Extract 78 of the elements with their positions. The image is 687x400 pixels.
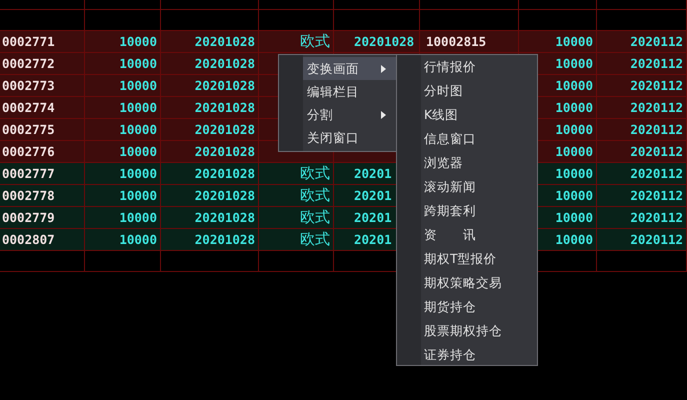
table-cell: 10000 bbox=[119, 34, 157, 49]
menu-item[interactable]: 期权策略交易 bbox=[421, 271, 537, 295]
menu-item[interactable]: 股票期权持仓 bbox=[421, 319, 537, 343]
table-cell: 20201028 bbox=[194, 144, 255, 159]
table-cell: 0002775 bbox=[2, 122, 55, 137]
table-cell: 10000 bbox=[555, 166, 593, 181]
menu-item[interactable]: 关闭窗口 bbox=[303, 126, 396, 149]
table-cell: 20201028 bbox=[194, 78, 255, 93]
table-cell: 2020112 bbox=[630, 188, 683, 203]
table-cell: 0002772 bbox=[2, 56, 55, 71]
table-cell: 2020112 bbox=[630, 122, 683, 137]
table-cell: 10000 bbox=[555, 188, 593, 203]
table-cell: 10000 bbox=[119, 166, 157, 181]
table-cell: 10000 bbox=[119, 100, 157, 115]
menu-item[interactable]: 期权T型报价 bbox=[421, 247, 537, 271]
table-cell: 10000 bbox=[555, 56, 593, 71]
table-cell: 10000 bbox=[119, 188, 157, 203]
table-cell: 2020112 bbox=[630, 210, 683, 225]
table-cell: 20201028 bbox=[194, 122, 255, 137]
table-cell: 10000 bbox=[119, 56, 157, 71]
table-cell: 0002773 bbox=[2, 78, 55, 93]
table-cell: 20201028 bbox=[194, 232, 255, 247]
menu-item[interactable]: 行情报价 bbox=[421, 55, 537, 79]
table-cell: 2020112 bbox=[630, 232, 683, 247]
menu-item[interactable]: 滚动新闻 bbox=[421, 175, 537, 199]
menu-item[interactable]: 分时图 bbox=[421, 79, 537, 103]
menu-item[interactable]: K线图 bbox=[421, 103, 537, 127]
table-cell: 0002777 bbox=[2, 166, 55, 181]
table-cell: 10000 bbox=[119, 232, 157, 247]
table-cell: 10000 bbox=[555, 100, 593, 115]
table-cell: 20201 bbox=[354, 188, 392, 203]
table-cell: 10000 bbox=[555, 34, 593, 49]
table-cell: 2020112 bbox=[630, 34, 683, 49]
menu-item[interactable]: 资 讯 bbox=[421, 223, 537, 247]
table-cell: 10000 bbox=[119, 78, 157, 93]
table-cell: 0002807 bbox=[2, 232, 55, 247]
table-cell: 20201 bbox=[354, 210, 392, 225]
table-cell: 10000 bbox=[119, 210, 157, 225]
table-cell: 0002774 bbox=[2, 100, 55, 115]
table-cell: 欧式 bbox=[300, 186, 330, 205]
menu-item[interactable]: 期货持仓 bbox=[421, 295, 537, 319]
table-cell: 10000 bbox=[119, 122, 157, 137]
menu-item[interactable]: 信息窗口 bbox=[421, 127, 537, 151]
table-cell: 欧式 bbox=[300, 32, 330, 51]
menu-item[interactable]: 分割 bbox=[303, 103, 396, 126]
table-cell: 20201 bbox=[354, 166, 392, 181]
table-cell: 2020112 bbox=[630, 56, 683, 71]
table-cell: 20201028 bbox=[194, 188, 255, 203]
table-cell: 20201028 bbox=[194, 166, 255, 181]
menu-item[interactable]: 证券持仓 bbox=[421, 343, 537, 367]
table-cell: 10002815 bbox=[426, 34, 486, 49]
table-cell: 20201028 bbox=[354, 34, 414, 49]
menu-item[interactable]: 浏览器 bbox=[421, 151, 537, 175]
table-cell: 2020112 bbox=[630, 78, 683, 93]
table-cell: 10000 bbox=[555, 210, 593, 225]
table-cell: 2020112 bbox=[630, 166, 683, 181]
table-cell: 20201028 bbox=[194, 100, 255, 115]
table-cell: 欧式 bbox=[300, 230, 330, 249]
table-cell: 0002779 bbox=[2, 210, 55, 225]
table-cell: 20201 bbox=[354, 232, 392, 247]
table-cell: 20201028 bbox=[194, 56, 255, 71]
table-cell: 10000 bbox=[555, 122, 593, 137]
menu-item[interactable]: 编辑栏目 bbox=[303, 80, 396, 103]
table-cell: 10000 bbox=[555, 232, 593, 247]
table-cell: 欧式 bbox=[300, 164, 330, 183]
table-cell: 0002771 bbox=[2, 34, 55, 49]
table-cell: 10000 bbox=[119, 144, 157, 159]
table-cell: 0002776 bbox=[2, 144, 55, 159]
menu-item[interactable]: 跨期套利 bbox=[421, 199, 537, 223]
table-cell: 2020112 bbox=[630, 100, 683, 115]
table-cell: 20201028 bbox=[194, 210, 255, 225]
table-cell: 0002778 bbox=[2, 188, 55, 203]
table-cell: 20201028 bbox=[194, 34, 255, 49]
table-cell: 2020112 bbox=[630, 144, 683, 159]
table-cell: 10000 bbox=[555, 144, 593, 159]
table-cell: 欧式 bbox=[300, 208, 330, 227]
menu-item[interactable]: 变换画面 bbox=[303, 57, 396, 80]
table-cell: 10000 bbox=[555, 78, 593, 93]
